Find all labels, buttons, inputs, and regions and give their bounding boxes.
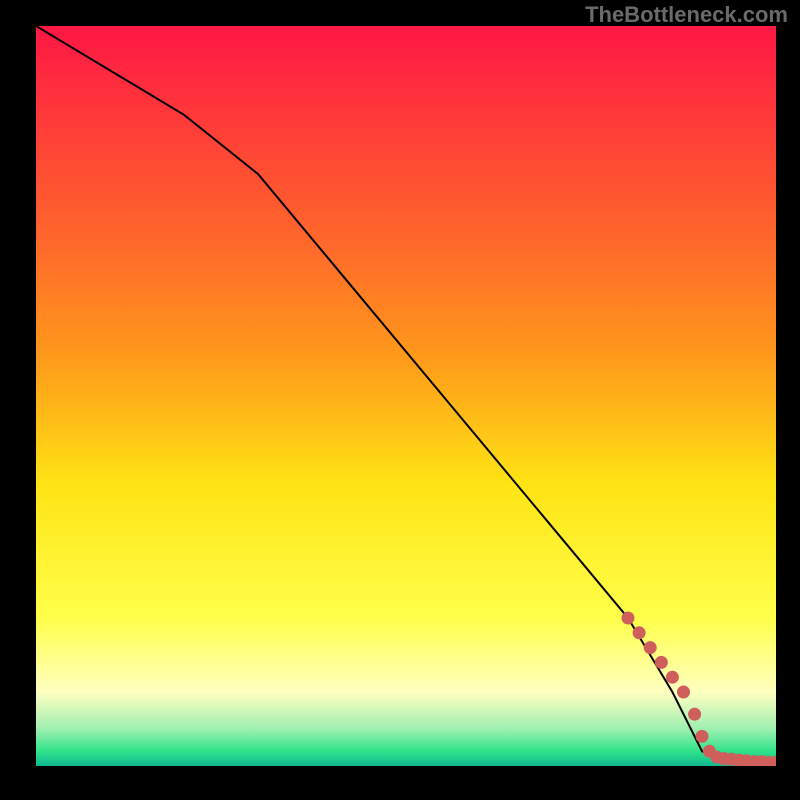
scatter-dot xyxy=(655,656,667,668)
scatter-dot xyxy=(678,686,690,698)
scatter-dot xyxy=(622,612,634,624)
scatter-dots xyxy=(622,612,776,766)
scatter-dot xyxy=(666,671,678,683)
scatter-dot xyxy=(689,708,701,720)
scatter-dot xyxy=(696,730,708,742)
scatter-dot xyxy=(644,642,656,654)
chart-plot-area xyxy=(36,26,776,766)
scatter-dot xyxy=(633,627,645,639)
curve-line xyxy=(36,26,776,762)
chart-overlay xyxy=(36,26,776,766)
watermark-text: TheBottleneck.com xyxy=(585,2,788,28)
